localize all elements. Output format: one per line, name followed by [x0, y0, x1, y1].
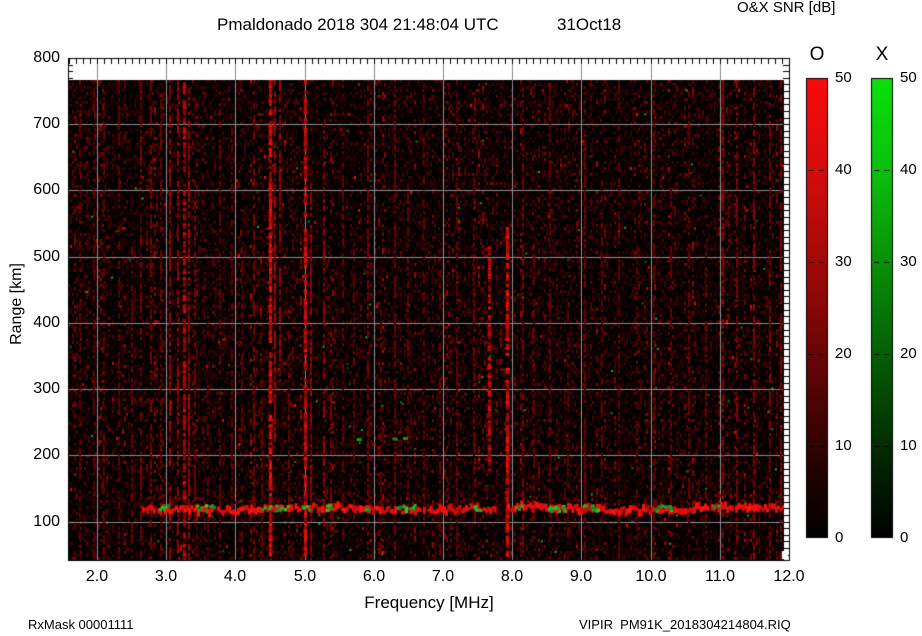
x-tick-label: 6.0	[352, 567, 396, 587]
colorbar-title: O&X SNR [dB]	[737, 0, 835, 16]
x-colorbar-tick-label: 40	[900, 161, 917, 179]
o-colorbar-tick-label: 0	[835, 529, 843, 547]
plot-date: 31Oct18	[557, 15, 621, 35]
o-colorbar-tick-label: 20	[835, 345, 852, 363]
y-tick-label: 600	[14, 180, 60, 200]
plot-title: Pmaldonado 2018 304 21:48:04 UTC	[217, 15, 499, 35]
y-tick-label: 300	[14, 379, 60, 399]
x-tick-label: 4.0	[213, 567, 257, 587]
x-tick-label: 8.0	[490, 567, 534, 587]
ionogram-canvas	[0, 0, 922, 636]
x-axis-title: Frequency [MHz]	[68, 593, 790, 613]
y-axis-title: Range [km]	[8, 249, 26, 359]
y-tick-label: 200	[14, 445, 60, 465]
x-colorbar-tick-label: 20	[900, 345, 917, 363]
colorbar-o-header: O	[806, 44, 828, 66]
x-tick-label: 10.0	[629, 567, 673, 587]
x-colorbar-tick-label: 10	[900, 437, 917, 455]
y-tick-label: 100	[14, 512, 60, 532]
x-tick-label: 12.0	[767, 567, 811, 587]
x-tick-label: 2.0	[75, 567, 119, 587]
o-colorbar-tick-label: 10	[835, 437, 852, 455]
file-name-label: VIPIR PM91K_2018304214804.RIQ	[579, 617, 791, 632]
ionogram-page: Pmaldonado 2018 304 21:48:04 UTC 31Oct18…	[0, 0, 922, 636]
x-tick-label: 7.0	[421, 567, 465, 587]
x-tick-label: 3.0	[144, 567, 188, 587]
x-colorbar-tick-label: 50	[900, 69, 917, 87]
o-colorbar-tick-label: 40	[835, 161, 852, 179]
x-colorbar-tick-label: 0	[900, 529, 908, 547]
y-tick-label: 700	[14, 114, 60, 134]
x-tick-label: 9.0	[559, 567, 603, 587]
x-tick-label: 5.0	[283, 567, 327, 587]
x-colorbar-tick-label: 30	[900, 253, 917, 271]
rx-mask-label: RxMask 00001111	[28, 617, 134, 632]
o-colorbar-tick-label: 30	[835, 253, 852, 271]
y-tick-label: 800	[14, 48, 60, 68]
colorbar-x-header: X	[871, 44, 893, 66]
x-tick-label: 11.0	[698, 567, 742, 587]
o-colorbar-tick-label: 50	[835, 69, 852, 87]
